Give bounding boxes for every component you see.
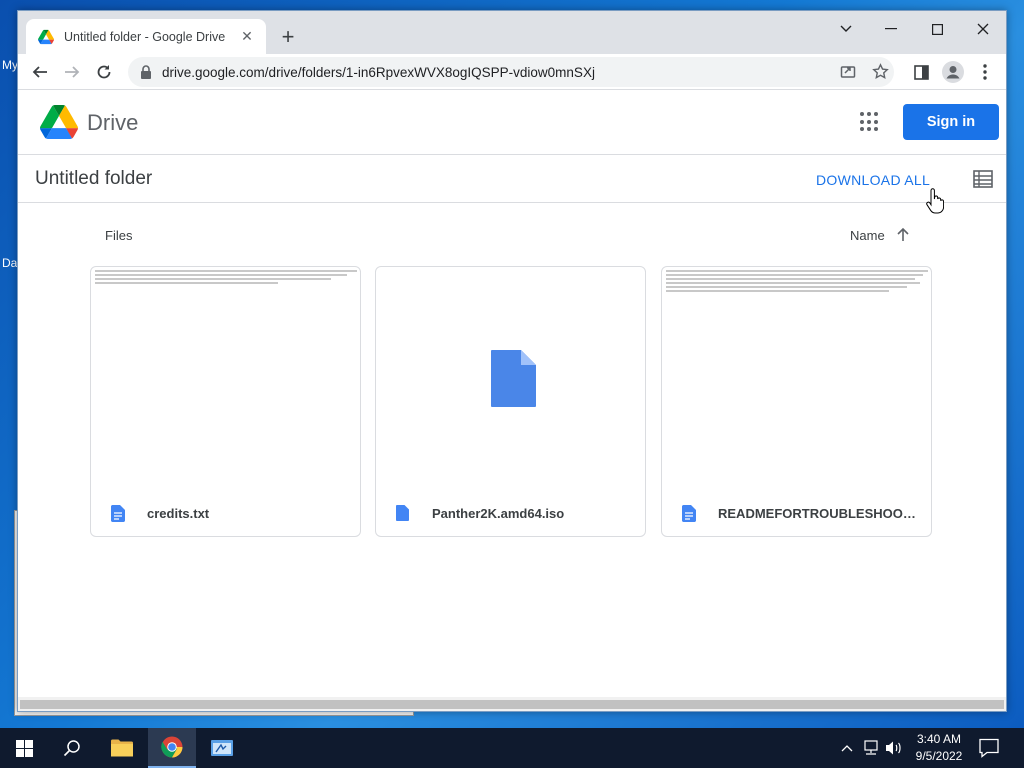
app-taskbar-button[interactable] [198, 728, 246, 768]
folder-title: Untitled folder [35, 168, 153, 189]
text-preview-lines [95, 270, 357, 286]
google-apps-icon[interactable] [860, 112, 880, 132]
forward-icon[interactable] [59, 59, 85, 85]
maximize-button[interactable] [914, 15, 960, 43]
clock-date: 9/5/2022 [915, 749, 963, 763]
sort-by-name[interactable]: Name [850, 227, 911, 243]
file-card[interactable]: READMEFORTROUBLESHOOTIN... [661, 266, 932, 537]
search-icon [63, 740, 80, 757]
list-view-icon[interactable] [973, 170, 993, 188]
network-icon[interactable] [862, 739, 880, 757]
chrome-icon [161, 736, 183, 758]
tab-title: Untitled folder - Google Drive [64, 29, 226, 44]
file-preview [662, 267, 931, 481]
download-all-button[interactable]: DOWNLOAD ALL [816, 172, 930, 188]
desktop-icon-label[interactable]: My [2, 58, 18, 72]
bookmark-star-icon[interactable] [869, 60, 891, 82]
file-name: credits.txt [147, 505, 210, 521]
menu-kebab-icon[interactable] [972, 59, 998, 85]
tab-drive[interactable]: Untitled folder - Google Drive ✕ [26, 19, 266, 54]
file-card[interactable]: Panther2K.amd64.iso [375, 266, 646, 537]
drive-logo-icon[interactable] [40, 105, 78, 139]
windows-logo-icon [15, 739, 33, 757]
file-preview [91, 267, 360, 481]
browser-toolbar: drive.google.com/drive/folders/1-in6Rpve… [18, 54, 1006, 90]
folder-bar: Untitled folder DOWNLOAD ALL [18, 155, 1006, 203]
files-section-label: Files [105, 228, 133, 243]
file-icon [396, 504, 410, 522]
hand-cursor-icon [926, 188, 944, 214]
clock-time: 3:40 AM [916, 732, 962, 746]
profile-avatar[interactable] [940, 59, 966, 85]
file-preview [376, 267, 645, 481]
chrome-taskbar-button[interactable] [148, 728, 196, 768]
file-card-footer: Panther2K.amd64.iso [376, 501, 645, 525]
document-icon [682, 504, 696, 522]
folder-icon [111, 739, 133, 757]
drive-favicon-icon [38, 29, 54, 45]
document-icon [111, 504, 125, 522]
sort-label: Name [850, 227, 885, 243]
minimize-button[interactable] [868, 15, 914, 43]
address-bar[interactable]: drive.google.com/drive/folders/1-in6Rpve… [128, 57, 894, 87]
scrollbar-thumb[interactable] [20, 700, 1004, 709]
side-panel-icon[interactable] [908, 59, 934, 85]
reload-icon[interactable] [91, 59, 117, 85]
tab-strip: Untitled folder - Google Drive ✕ + [18, 11, 1006, 54]
notification-center-icon[interactable] [978, 738, 1000, 758]
app-window-icon [211, 740, 233, 756]
search-button[interactable] [48, 728, 96, 768]
generic-file-icon [491, 350, 536, 407]
tab-close-icon[interactable]: ✕ [238, 28, 256, 46]
drive-brand-name[interactable]: Drive [87, 110, 138, 136]
file-card-footer: credits.txt [91, 501, 360, 525]
taskbar-clock[interactable]: 3:40 AM 9/5/2022 [908, 731, 970, 765]
taskbar: 3:40 AM 9/5/2022 [0, 728, 1024, 768]
file-name: READMEFORTROUBLESHOOTIN... [718, 505, 918, 521]
url-text[interactable]: drive.google.com/drive/folders/1-in6Rpve… [162, 65, 595, 80]
file-card[interactable]: credits.txt [90, 266, 361, 537]
sort-ascending-icon[interactable] [895, 227, 911, 243]
text-preview-lines [666, 270, 928, 294]
share-icon[interactable] [837, 60, 859, 82]
browser-window: Untitled folder - Google Drive ✕ + drive… [17, 10, 1007, 712]
sign-in-button[interactable]: Sign in [903, 104, 999, 140]
drive-header: Drive Sign in [18, 91, 1006, 155]
file-name: Panther2K.amd64.iso [432, 505, 565, 521]
start-button[interactable] [0, 728, 48, 768]
tray-chevron-up-icon[interactable] [838, 739, 856, 757]
close-window-button[interactable] [960, 15, 1006, 43]
drive-page: Drive Sign in Untitled folder DOWNLOAD A… [18, 91, 1006, 697]
lock-icon[interactable] [140, 65, 152, 79]
file-card-footer: READMEFORTROUBLESHOOTIN... [662, 501, 931, 525]
desktop-icon-label[interactable]: Da [2, 256, 17, 270]
file-explorer-button[interactable] [98, 728, 146, 768]
tab-search-icon[interactable] [823, 15, 869, 43]
new-tab-button[interactable]: + [276, 24, 300, 49]
volume-icon[interactable] [885, 739, 903, 757]
horizontal-scrollbar[interactable] [18, 697, 1006, 711]
back-icon[interactable] [27, 59, 53, 85]
